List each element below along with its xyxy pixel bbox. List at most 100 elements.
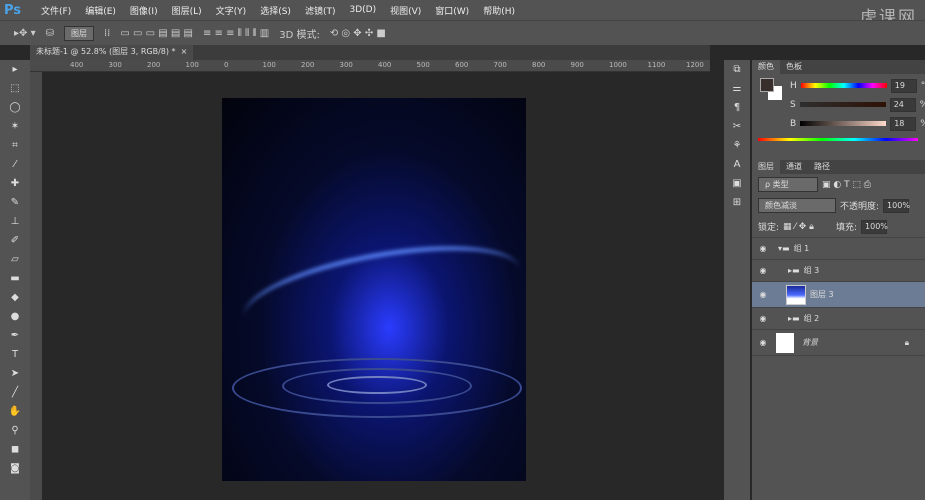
- zoom-tool-icon[interactable]: ⚲: [0, 421, 30, 440]
- align-icons[interactable]: ▭ ▭ ▭ ▤ ▤ ▤: [120, 28, 193, 39]
- menu-window[interactable]: 窗口(W): [428, 4, 476, 17]
- gradient-tool-icon[interactable]: ▬: [0, 269, 30, 288]
- saturation-value[interactable]: 24: [889, 97, 916, 112]
- saturation-label: S: [790, 99, 796, 110]
- magic-wand-icon[interactable]: ✶: [0, 117, 30, 136]
- filter-type-dropdown[interactable]: ρ 类型: [758, 177, 818, 192]
- fill-value[interactable]: 100%: [861, 219, 888, 234]
- eye-icon[interactable]: ◉: [752, 266, 774, 275]
- menu-file[interactable]: 文件(F): [34, 4, 78, 17]
- folder-expanded-icon[interactable]: ▾▬: [774, 244, 794, 253]
- hue-value[interactable]: 19: [890, 78, 917, 93]
- marquee-tool-icon[interactable]: ⬚: [0, 79, 30, 98]
- menu-bar: Ps 文件(F) 编辑(E) 图像(I) 图层(L) 文字(Y) 选择(S) 滤…: [0, 0, 925, 20]
- brush-tool-icon[interactable]: ✎: [0, 193, 30, 212]
- ruler-tick-label: 800: [532, 61, 546, 69]
- brightness-slider[interactable]: [800, 121, 887, 126]
- line-tool-icon[interactable]: ╱: [0, 383, 30, 402]
- blend-mode-dropdown[interactable]: 颜色减淡: [758, 198, 836, 213]
- ruler-tick-label: 300: [108, 61, 122, 69]
- crop-tool-icon[interactable]: ⌗: [0, 136, 30, 155]
- tab-swatches[interactable]: 色板: [780, 60, 808, 74]
- document-tabs: 未标题-1 @ 52.8% (图层 3, RGB/8) * ×: [30, 45, 710, 60]
- hand-tool-icon[interactable]: ✋: [0, 402, 30, 421]
- tool-presets-icon[interactable]: ✂: [724, 117, 750, 136]
- brightness-unit: %: [920, 119, 925, 129]
- history-brush-icon[interactable]: ✐: [0, 231, 30, 250]
- layer-group-2[interactable]: ◉ ▸▬ 组 2: [752, 308, 925, 330]
- eraser-icon[interactable]: ▱: [0, 250, 30, 269]
- saturation-slider[interactable]: [799, 102, 886, 107]
- hud-ring: [327, 376, 427, 394]
- menu-layer[interactable]: 图层(L): [165, 4, 209, 17]
- 3d-mode-icons[interactable]: ⟲ ◎ ✥ ✣ ■: [330, 28, 386, 39]
- history-icon[interactable]: ⧉: [724, 60, 750, 79]
- light-wave: [237, 229, 527, 357]
- adjustments-icon[interactable]: ⚌: [724, 79, 750, 98]
- tab-channels[interactable]: 通道: [780, 160, 808, 174]
- menu-edit[interactable]: 编辑(E): [78, 4, 123, 17]
- opacity-value[interactable]: 100%: [883, 198, 910, 213]
- brush-panel-icon[interactable]: ⚘: [724, 136, 750, 155]
- auto-select-icon[interactable]: ⛁: [46, 28, 54, 39]
- eyedropper-icon[interactable]: ⁄: [0, 155, 30, 174]
- libraries-icon[interactable]: ⊞: [724, 193, 750, 212]
- folder-icon[interactable]: ▸▬: [774, 314, 804, 323]
- transform-controls-icon[interactable]: ⁞⁞: [104, 28, 110, 39]
- eye-icon[interactable]: ◉: [752, 338, 774, 347]
- brightness-value[interactable]: 18: [890, 116, 917, 131]
- path-select-icon[interactable]: ➤: [0, 364, 30, 383]
- color-swatches-icon[interactable]: ◼: [0, 440, 30, 459]
- eye-icon[interactable]: ◉: [752, 244, 774, 253]
- tab-paths[interactable]: 路径: [808, 160, 836, 174]
- eye-icon[interactable]: ◉: [752, 314, 774, 323]
- layer-background[interactable]: ◉ 背景 🔒︎: [752, 330, 925, 356]
- dodge-tool-icon[interactable]: ●: [0, 307, 30, 326]
- blur-tool-icon[interactable]: ◆: [0, 288, 30, 307]
- quick-mask-icon[interactable]: ◙: [0, 459, 30, 478]
- lock-icon: 🔒︎: [904, 337, 909, 347]
- filter-icons[interactable]: ▣ ◐ T ⬚ ⎙: [822, 180, 871, 190]
- eye-icon[interactable]: ◉: [752, 290, 774, 299]
- layer-3[interactable]: ◉ 图层 3: [752, 282, 925, 308]
- document-tab[interactable]: 未标题-1 @ 52.8% (图层 3, RGB/8) * ×: [30, 45, 194, 60]
- menu-type[interactable]: 文字(Y): [209, 4, 254, 17]
- hue-slider[interactable]: [800, 83, 887, 88]
- 3d-mode-label: 3D 模式:: [279, 29, 320, 41]
- document-canvas[interactable]: [222, 98, 527, 481]
- paragraph-icon[interactable]: ¶: [724, 98, 750, 117]
- close-icon[interactable]: ×: [181, 47, 188, 56]
- menu-filter[interactable]: 滤镜(T): [298, 4, 343, 17]
- menu-image[interactable]: 图像(I): [123, 4, 165, 17]
- menu-view[interactable]: 视图(V): [383, 4, 428, 17]
- move-tool-icon[interactable]: ▸✥ ▾: [14, 28, 36, 39]
- auto-select-dropdown[interactable]: 图层: [64, 25, 94, 41]
- fill-label: 填充:: [835, 223, 858, 233]
- distribute-icons[interactable]: ≡ ≡ ≡ ⫴ ⫴ ⫴ ▥: [203, 28, 269, 39]
- ruler-tick-label: 1200: [686, 61, 704, 69]
- menu-3d[interactable]: 3D(D): [342, 5, 383, 15]
- tab-layers[interactable]: 图层: [752, 160, 780, 174]
- layer-group-1[interactable]: ◉ ▾▬ 组 1: [752, 238, 925, 260]
- healing-brush-icon[interactable]: ✚: [0, 174, 30, 193]
- saturation-row: S 24%: [784, 95, 925, 114]
- move-tool-icon[interactable]: ▸: [0, 60, 30, 79]
- lasso-tool-icon[interactable]: ◯: [0, 98, 30, 117]
- options-bar: ▸✥ ▾ ⛁ 图层 ⁞⁞ ▭ ▭ ▭ ▤ ▤ ▤ ≡ ≡ ≡ ⫴ ⫴ ⫴ ▥ 3…: [0, 20, 925, 45]
- type-tool-icon[interactable]: T: [0, 345, 30, 364]
- menu-help[interactable]: 帮助(H): [476, 4, 522, 17]
- tab-color[interactable]: 颜色: [752, 60, 780, 74]
- stamp-tool-icon[interactable]: ⊥: [0, 212, 30, 231]
- lock-icons[interactable]: ▦ ⁄ ✥ 🔒︎: [783, 222, 814, 232]
- folder-icon[interactable]: ▸▬: [774, 266, 804, 275]
- menu-select[interactable]: 选择(S): [253, 4, 298, 17]
- color-ramp[interactable]: [758, 138, 918, 141]
- pen-tool-icon[interactable]: ✒: [0, 326, 30, 345]
- hue-unit: °: [920, 80, 925, 91]
- foreground-swatch[interactable]: [760, 78, 774, 92]
- properties-icon[interactable]: ▣: [724, 174, 750, 193]
- layer-group-3[interactable]: ◉ ▸▬ 组 3: [752, 260, 925, 282]
- brightness-label: B: [790, 118, 797, 129]
- character-icon[interactable]: A: [724, 155, 750, 174]
- saturation-unit: %: [920, 100, 925, 110]
